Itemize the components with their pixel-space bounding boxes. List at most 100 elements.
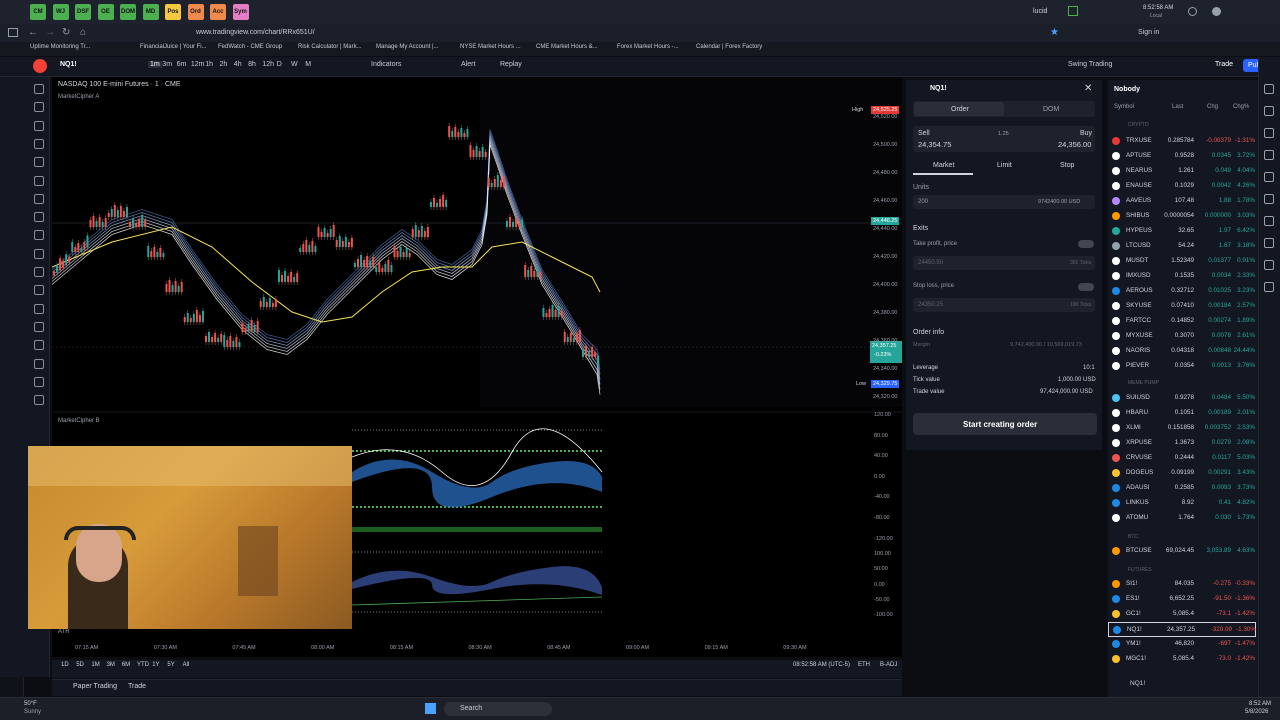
bookmark-item[interactable]: Risk Calculator | Mark... bbox=[298, 44, 362, 50]
session-toggle[interactable]: ETH bbox=[858, 662, 870, 668]
utc-clock[interactable]: 08:52:58 AM (UTC-5) bbox=[793, 662, 850, 668]
drawing-tool-icon[interactable] bbox=[34, 285, 44, 296]
range-All[interactable]: All bbox=[183, 662, 190, 668]
timeframe-12h[interactable]: 12h bbox=[262, 61, 274, 68]
symbol-search[interactable]: NQ1! bbox=[60, 61, 77, 68]
drawing-tool-icon[interactable] bbox=[34, 175, 44, 186]
back-icon[interactable]: ← bbox=[28, 27, 38, 38]
drawing-tool-icon[interactable] bbox=[34, 157, 44, 168]
range-1M[interactable]: 1M bbox=[91, 662, 99, 668]
sl-label[interactable]: Stop loss, price bbox=[913, 283, 954, 289]
timeframe-8h[interactable]: 8h bbox=[248, 61, 256, 68]
close-icon[interactable]: ✕ bbox=[1084, 83, 1092, 94]
timeframe-6m[interactable]: 6m bbox=[177, 61, 187, 68]
watch-row[interactable]: HBARU 0.1051 0.00189 2.01% bbox=[1108, 406, 1256, 421]
sl-toggle[interactable] bbox=[1078, 283, 1094, 291]
watch-row[interactable]: NQ1! 24,357.25 -320.00 -1.30% bbox=[1108, 622, 1256, 637]
buy-label[interactable]: Buy bbox=[1080, 130, 1092, 137]
system-tab[interactable]: OE bbox=[97, 4, 114, 20]
watch-row[interactable]: APTUSE 0.9528 0.0345 3.72% bbox=[1108, 149, 1256, 164]
watch-row[interactable]: SHIBUS 0.0000054 0.000000 3.03% bbox=[1108, 209, 1256, 224]
drawing-tool-icon[interactable] bbox=[34, 212, 44, 223]
drawing-tool-icon[interactable] bbox=[34, 138, 44, 149]
range-3M[interactable]: 3M bbox=[107, 662, 115, 668]
bookmark-item[interactable]: Forex Market Hours -... bbox=[617, 44, 679, 50]
watch-row[interactable]: SKYUSE 0.07410 0.00184 2.57% bbox=[1108, 299, 1256, 314]
system-tab[interactable]: DSF bbox=[75, 4, 91, 20]
account-name[interactable]: lucid bbox=[1033, 8, 1047, 15]
right-toolbar-icon[interactable] bbox=[1264, 172, 1274, 182]
drawing-tool-icon[interactable] bbox=[34, 193, 44, 204]
right-toolbar-icon[interactable] bbox=[1264, 282, 1274, 292]
watch-row[interactable]: GC1! 5,085.4 -73.1 -1.42% bbox=[1108, 607, 1256, 622]
watch-row[interactable]: AEROUS 0.32712 0.01025 3.23% bbox=[1108, 284, 1256, 299]
watch-row[interactable]: BTCUSE 69,024.45 3,053.89 4.63% bbox=[1108, 544, 1256, 559]
watch-row[interactable]: PIEVER 0.0354 0.0013 3.76% bbox=[1108, 359, 1256, 374]
atr-label[interactable]: ATR bbox=[58, 629, 70, 635]
system-tab[interactable]: MD bbox=[142, 4, 159, 20]
watch-row[interactable]: SI1! 84.035 -0.275 -0.33% bbox=[1108, 577, 1256, 592]
forward-icon[interactable]: → bbox=[45, 27, 55, 38]
indicator-b-label[interactable]: MarketCipher B bbox=[58, 418, 100, 424]
order-type-limit[interactable]: Limit bbox=[997, 162, 1012, 169]
system-tab[interactable]: WJ bbox=[52, 4, 69, 20]
buy-price[interactable]: 24,356.00 bbox=[1058, 140, 1091, 149]
help-icon[interactable] bbox=[1188, 7, 1197, 16]
bookmark-item[interactable]: CME Market Hours &... bbox=[536, 44, 598, 50]
watch-row[interactable]: IMXUSD 0.1535 0.0034 2.33% bbox=[1108, 269, 1256, 284]
watch-row[interactable]: TRXUSE 0.285784 -0.00379 -1.31% bbox=[1108, 134, 1256, 149]
watch-row[interactable]: MUSDT 1.52349 0.01377 0.91% bbox=[1108, 254, 1256, 269]
sell-price[interactable]: 24,354.75 bbox=[918, 140, 951, 149]
watch-row[interactable]: LINKUS 8.92 0.41 4.82% bbox=[1108, 496, 1256, 511]
indicator-a-label[interactable]: MarketCipher A bbox=[58, 94, 99, 100]
watch-row[interactable]: MGC1! 5,085.4 -73.0 -1.42% bbox=[1108, 652, 1256, 667]
range-6M[interactable]: 6M bbox=[122, 662, 130, 668]
timeframe-1m[interactable]: 1m bbox=[148, 61, 162, 68]
watch-row[interactable]: NAORIS 0.04318 0.00848 24.44% bbox=[1108, 344, 1256, 359]
order-type-market[interactable]: Market bbox=[933, 162, 954, 169]
watch-row[interactable]: XLMI 0.151858 0.003752 2.53% bbox=[1108, 421, 1256, 436]
watch-row[interactable]: ES1! 6,652.25 -91.50 -1.36% bbox=[1108, 592, 1256, 607]
right-toolbar-icon[interactable] bbox=[1264, 128, 1274, 138]
watch-row[interactable]: CRVUSE 0.2444 0.0117 5.03% bbox=[1108, 451, 1256, 466]
drawing-tool-icon[interactable] bbox=[34, 321, 44, 332]
timeframe-12m[interactable]: 12m bbox=[191, 61, 205, 68]
replay-button[interactable]: Replay bbox=[500, 61, 522, 68]
profile-icon[interactable] bbox=[1212, 7, 1221, 16]
timeframe-3m[interactable]: 3m bbox=[162, 61, 172, 68]
bookmark-item[interactable]: NYSE Market Hours ... bbox=[460, 44, 521, 50]
home-icon[interactable]: ⌂ bbox=[80, 27, 86, 38]
watch-row[interactable]: ADAUSI 0.2585 0.0093 3.73% bbox=[1108, 481, 1256, 496]
watch-row[interactable]: NEARUS 1.261 0.049 4.04% bbox=[1108, 164, 1256, 179]
watch-row[interactable]: YM1! 46,820 -697 -1.47% bbox=[1108, 637, 1256, 652]
watch-row[interactable]: ENAUSE 0.1029 0.0042 4.26% bbox=[1108, 179, 1256, 194]
drawing-tool-icon[interactable] bbox=[34, 395, 44, 406]
range-5Y[interactable]: 5Y bbox=[167, 662, 174, 668]
watch-row[interactable]: HYPEUS 32.65 1.97 6.42% bbox=[1108, 224, 1256, 239]
order-type-stop[interactable]: Stop bbox=[1060, 162, 1074, 169]
timeframe-D[interactable]: D bbox=[277, 61, 282, 68]
right-toolbar-icon[interactable] bbox=[1264, 84, 1274, 94]
watch-row[interactable]: MYXUSE 0.3070 0.0078 2.61% bbox=[1108, 329, 1256, 344]
drawing-tool-icon[interactable] bbox=[34, 376, 44, 387]
tp-label[interactable]: Take profit, price bbox=[913, 241, 957, 247]
bookmark-item[interactable]: FinancialJuice | Your Fi... bbox=[140, 44, 207, 50]
bookmark-item[interactable]: Manage My Account |... bbox=[376, 44, 439, 50]
drawing-tool-icon[interactable] bbox=[34, 267, 44, 277]
watch-row[interactable]: AAVEUS 107.48 1.88 1.78% bbox=[1108, 194, 1256, 209]
range-1Y[interactable]: 1Y bbox=[152, 662, 159, 668]
start-icon[interactable] bbox=[425, 703, 436, 714]
drawing-tool-icon[interactable] bbox=[34, 248, 44, 259]
range-5D[interactable]: 5D bbox=[76, 662, 84, 668]
system-tab[interactable]: Acc bbox=[210, 4, 226, 20]
watch-row[interactable]: DOGEUS 0.09199 0.00291 3.43% bbox=[1108, 466, 1256, 481]
sign-in-button[interactable]: Sign in bbox=[1138, 29, 1159, 36]
drawing-tool-icon[interactable] bbox=[34, 102, 44, 113]
tp-toggle[interactable] bbox=[1078, 240, 1094, 248]
system-tab[interactable]: Ord bbox=[187, 4, 204, 20]
watch-row[interactable]: ATOMU 1.764 0.030 1.73% bbox=[1108, 511, 1256, 526]
tab-dom[interactable]: DOM bbox=[1043, 106, 1059, 113]
right-toolbar-icon[interactable] bbox=[1264, 106, 1274, 116]
drawing-tool-icon[interactable] bbox=[34, 230, 44, 241]
system-tab[interactable]: Sym bbox=[232, 4, 249, 20]
